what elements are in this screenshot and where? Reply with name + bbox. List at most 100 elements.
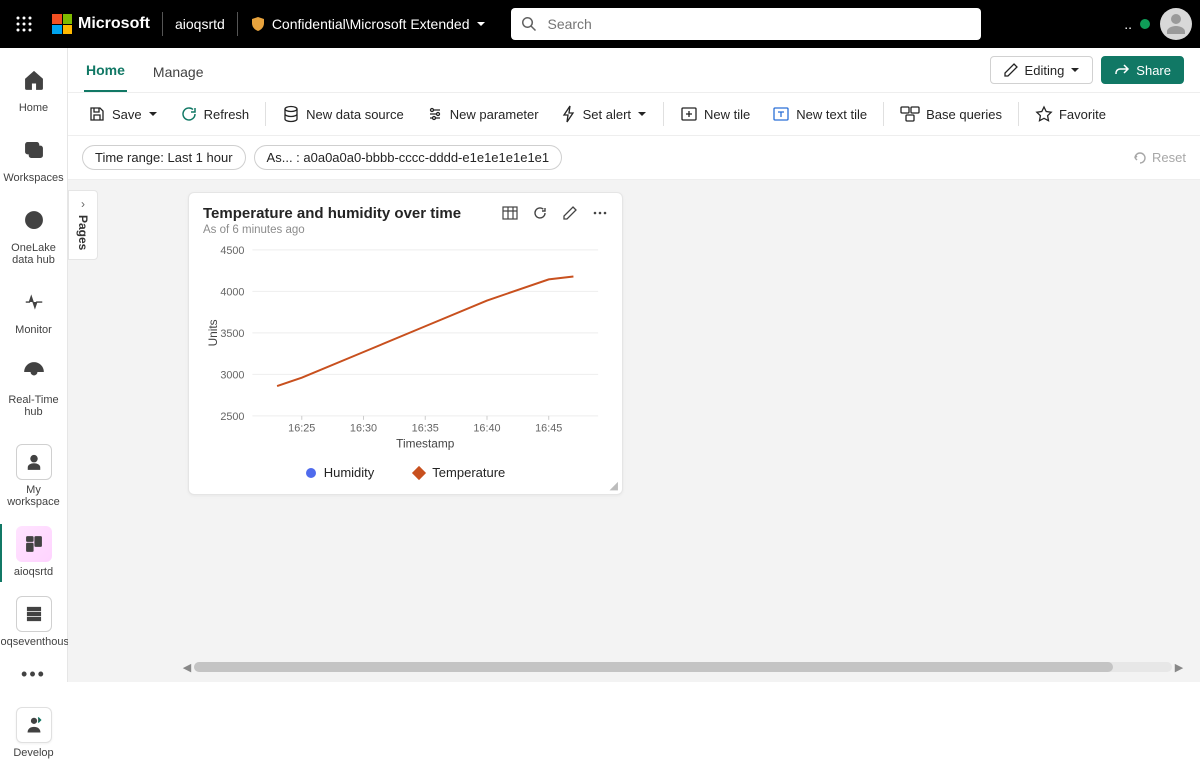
scroll-left-icon[interactable]: ◀ xyxy=(180,661,194,674)
table-icon xyxy=(502,205,518,221)
new-parameter-button[interactable]: New parameter xyxy=(420,101,545,127)
microsoft-logo: Microsoft xyxy=(52,14,150,34)
refresh-button[interactable]: Refresh xyxy=(174,101,256,127)
sensitivity-label-button[interactable]: Confidential\Microsoft Extended xyxy=(250,16,488,32)
rail-onelake[interactable]: OneLake data hub xyxy=(0,194,67,276)
svg-text:Units: Units xyxy=(206,319,220,346)
legend-temperature[interactable]: Temperature xyxy=(414,465,505,480)
rail-my-workspace[interactable]: My workspace xyxy=(0,436,67,518)
canvas-horizontal-scrollbar[interactable]: ◀ ▶ xyxy=(180,660,1186,674)
develop-icon xyxy=(24,715,44,735)
svg-text:Timestamp: Timestamp xyxy=(396,436,455,450)
chart-area: 2500300035004000450016:2516:3016:3516:40… xyxy=(189,244,622,457)
rail-label: aioqsrtd xyxy=(14,566,53,578)
svg-text:4000: 4000 xyxy=(220,286,244,298)
rail-label: Workspaces xyxy=(3,172,63,184)
monitor-icon xyxy=(23,291,45,313)
pages-panel-toggle[interactable]: › Pages xyxy=(68,190,98,260)
set-alert-button[interactable]: Set alert xyxy=(555,101,653,127)
svg-text:16:30: 16:30 xyxy=(350,423,377,435)
brand-label: Microsoft xyxy=(78,15,150,33)
tile-title: Temperature and humidity over time xyxy=(203,205,461,222)
rail-label: Monitor xyxy=(15,324,52,336)
legend-humidity[interactable]: Humidity xyxy=(306,465,375,480)
text-tile-icon xyxy=(772,105,790,123)
rail-label: OneLake data hub xyxy=(2,242,65,266)
rail-more-button[interactable]: ••• xyxy=(21,658,46,699)
save-button[interactable]: Save xyxy=(82,101,164,127)
tab-home[interactable]: Home xyxy=(84,52,127,92)
dashboard-canvas[interactable]: › Pages Temperature and humidity over ti… xyxy=(68,180,1200,682)
chevron-down-icon xyxy=(148,109,158,119)
account-avatar[interactable] xyxy=(1160,8,1192,40)
chevron-down-icon xyxy=(475,18,487,30)
search-input[interactable] xyxy=(545,15,971,33)
rail-workspaces[interactable]: Workspaces xyxy=(0,124,67,194)
filter-bar: Time range: Last 1 hour As... : a0a0a0a0… xyxy=(68,136,1200,180)
tile-edit-button[interactable] xyxy=(562,205,578,221)
realtime-icon xyxy=(23,361,45,383)
queries-icon xyxy=(900,105,920,123)
workspaces-icon xyxy=(23,139,45,161)
chart-tile[interactable]: Temperature and humidity over time As of… xyxy=(188,192,623,495)
pages-label: Pages xyxy=(76,215,90,250)
dashboard-icon xyxy=(24,534,44,554)
chevron-down-icon xyxy=(1070,65,1080,75)
rail-monitor[interactable]: Monitor xyxy=(0,276,67,346)
search-box[interactable] xyxy=(511,8,981,40)
chevron-down-icon xyxy=(637,109,647,119)
rail-label: Home xyxy=(19,102,48,114)
diamond-marker-icon xyxy=(412,466,426,480)
rail-aioqsrtd[interactable]: aioqsrtd xyxy=(0,518,67,588)
editing-label: Editing xyxy=(1025,63,1065,78)
tile-icon xyxy=(680,105,698,123)
asset-filter[interactable]: As... : a0a0a0a0-bbbb-cccc-dddd-e1e1e1e1… xyxy=(254,145,563,170)
save-icon xyxy=(88,105,106,123)
pencil-icon xyxy=(562,205,578,221)
bolt-icon xyxy=(561,105,577,123)
star-icon xyxy=(1035,105,1053,123)
tenant-name[interactable]: aioqsrtd xyxy=(175,16,225,32)
rail-label: My workspace xyxy=(2,484,65,508)
new-text-tile-button[interactable]: New text tile xyxy=(766,101,873,127)
time-range-filter[interactable]: Time range: Last 1 hour xyxy=(82,145,246,170)
shield-icon xyxy=(250,16,266,32)
explore-data-button[interactable] xyxy=(502,205,518,221)
editing-mode-button[interactable]: Editing xyxy=(990,56,1094,84)
favorite-button[interactable]: Favorite xyxy=(1029,101,1112,127)
svg-text:4500: 4500 xyxy=(220,245,244,257)
svg-text:3500: 3500 xyxy=(220,328,244,340)
scroll-track[interactable] xyxy=(194,662,1172,672)
new-tile-button[interactable]: New tile xyxy=(674,101,756,127)
tab-manage[interactable]: Manage xyxy=(151,54,206,92)
main-area: Home Manage Editing Share Save xyxy=(68,48,1200,682)
home-icon xyxy=(23,69,45,91)
tile-more-button[interactable] xyxy=(592,205,608,221)
more-icon xyxy=(592,205,608,221)
rail-develop[interactable]: Develop xyxy=(0,699,67,769)
base-queries-button[interactable]: Base queries xyxy=(894,101,1008,127)
svg-text:16:35: 16:35 xyxy=(412,423,439,435)
app-launcher-icon[interactable] xyxy=(8,8,40,40)
rail-realtime[interactable]: Real-Time hub xyxy=(0,346,67,428)
divider xyxy=(237,12,238,36)
resize-handle[interactable]: ◢ xyxy=(610,479,618,492)
refresh-icon xyxy=(180,105,198,123)
database-icon xyxy=(282,105,300,123)
rail-label: Real-Time hub xyxy=(2,394,65,418)
undo-icon xyxy=(1132,151,1146,165)
rail-home[interactable]: Home xyxy=(0,54,67,124)
new-data-source-button[interactable]: New data source xyxy=(276,101,410,127)
scroll-right-icon[interactable]: ▶ xyxy=(1172,661,1186,674)
rail-eventhouse[interactable]: aioqseventhouse xyxy=(0,588,67,658)
refresh-icon xyxy=(532,205,548,221)
reset-filters-button[interactable]: Reset xyxy=(1132,150,1186,165)
onelake-icon xyxy=(23,209,45,231)
scroll-thumb[interactable] xyxy=(194,662,1113,672)
share-button[interactable]: Share xyxy=(1101,56,1184,84)
parameter-icon xyxy=(426,105,444,123)
share-label: Share xyxy=(1136,63,1171,78)
svg-text:3000: 3000 xyxy=(220,369,244,381)
tile-refresh-button[interactable] xyxy=(532,205,548,221)
svg-text:16:25: 16:25 xyxy=(288,423,315,435)
